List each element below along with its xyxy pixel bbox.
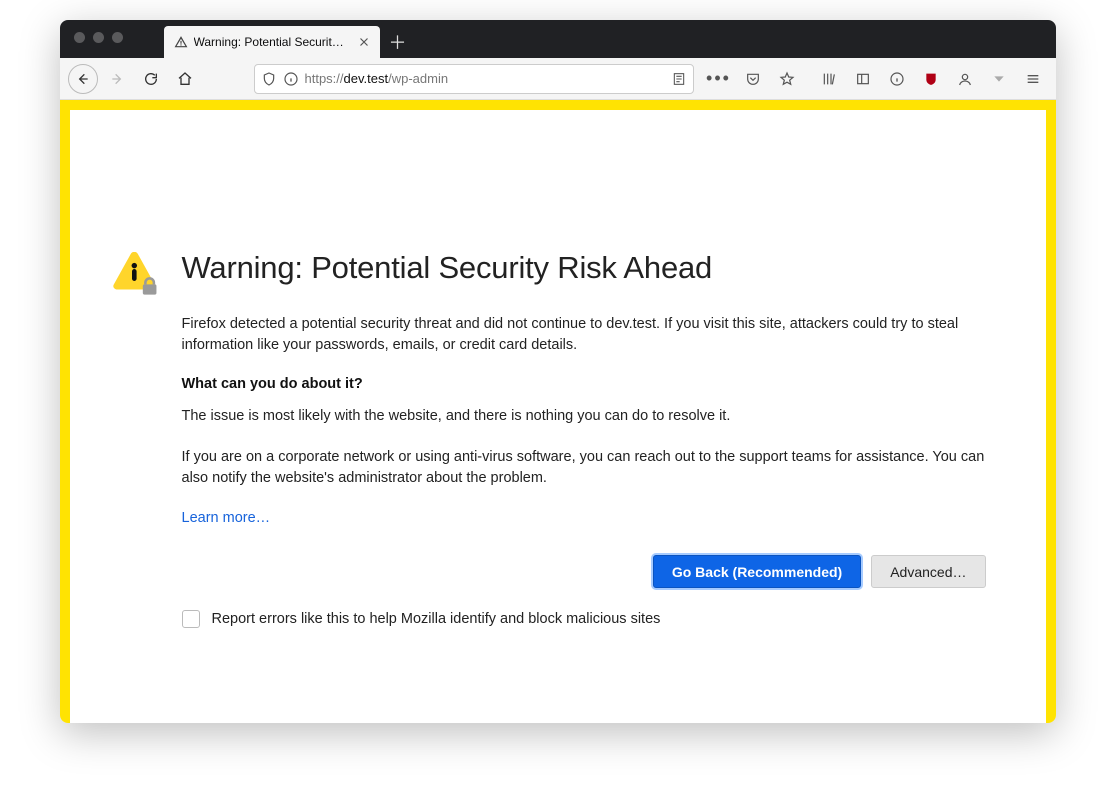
sidebar-toggle-button[interactable] [848,64,878,94]
advice-text-1: The issue is most likely with the websit… [182,406,986,427]
learn-more-link[interactable]: Learn more… [182,510,271,526]
advanced-button[interactable]: Advanced… [871,555,985,588]
ublock-icon[interactable] [916,64,946,94]
tab-strip: Warning: Potential Security Risk ＋ [164,26,412,58]
advice-text-2: If you are on a corporate network or usi… [182,447,986,489]
extension-info-icon[interactable] [882,64,912,94]
reload-button[interactable] [136,64,166,94]
forward-button [102,64,132,94]
tab-title: Warning: Potential Security Risk [194,35,350,49]
back-button[interactable] [68,64,98,94]
browser-tab[interactable]: Warning: Potential Security Risk [164,26,380,58]
button-row: Go Back (Recommended) Advanced… [182,555,986,588]
warning-triangle-icon [174,35,188,49]
save-to-pocket-button[interactable] [738,64,768,94]
report-row: Report errors like this to help Mozilla … [182,610,986,628]
downloads-chevron-icon[interactable] [984,64,1014,94]
subheading: What can you do about it? [182,376,986,392]
content-frame: Warning: Potential Security Risk Ahead F… [60,100,1056,723]
page-title: Warning: Potential Security Risk Ahead [182,250,986,286]
tracking-protection-icon[interactable] [261,71,277,87]
reader-mode-icon[interactable] [671,71,687,87]
site-info-icon[interactable] [283,71,299,87]
warning-description: Firefox detected a potential security th… [182,314,986,356]
url-text: https://dev.test/wp-admin [305,71,665,86]
toolbar: https://dev.test/wp-admin ••• [60,58,1056,100]
account-button[interactable] [950,64,980,94]
report-checkbox[interactable] [182,610,200,628]
library-button[interactable] [814,64,844,94]
home-button[interactable] [170,64,200,94]
page-actions-button[interactable]: ••• [704,64,734,94]
browser-window: Warning: Potential Security Risk ＋ [60,20,1056,723]
url-bar[interactable]: https://dev.test/wp-admin [254,64,694,94]
error-page: Warning: Potential Security Risk Ahead F… [70,110,1046,723]
close-tab-button[interactable] [356,34,372,50]
report-label: Report errors like this to help Mozilla … [212,611,661,627]
window-controls [74,32,123,43]
go-back-button[interactable]: Go Back (Recommended) [653,555,861,588]
minimize-window-button[interactable] [93,32,104,43]
new-tab-button[interactable]: ＋ [384,28,412,56]
bookmark-star-button[interactable] [772,64,802,94]
warning-lock-icon [110,252,162,303]
zoom-window-button[interactable] [112,32,123,43]
close-window-button[interactable] [74,32,85,43]
titlebar: Warning: Potential Security Risk ＋ [60,20,1056,58]
app-menu-button[interactable] [1018,64,1048,94]
